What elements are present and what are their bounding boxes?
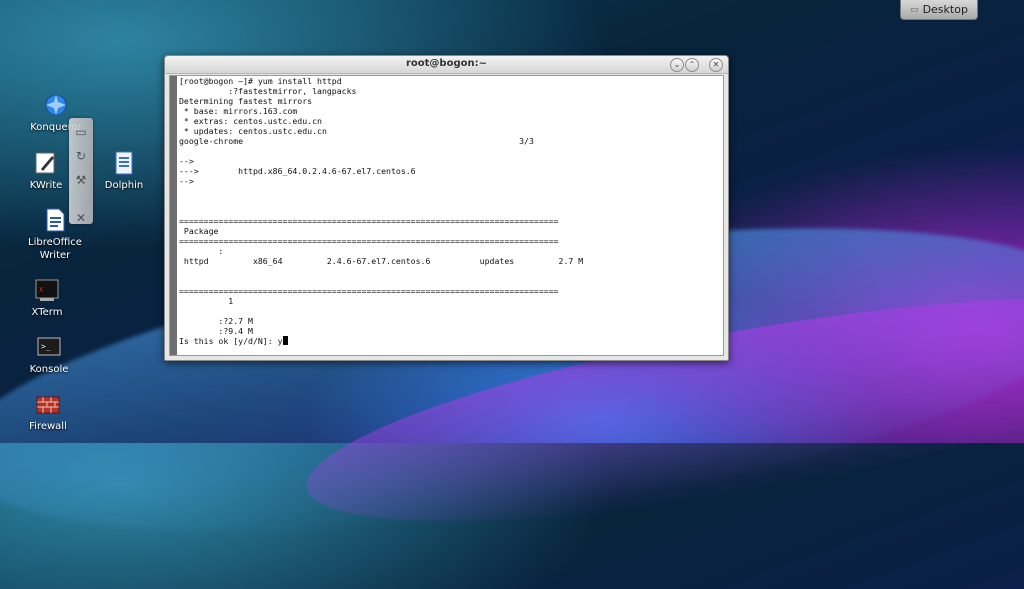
toolbox-rotate-icon[interactable]: ↻ <box>71 146 91 166</box>
firewall-icon <box>35 391 61 417</box>
xterm-icon: X <box>34 277 60 303</box>
svg-text:>_: >_ <box>41 342 51 351</box>
window-title: root@bogon:~ <box>405 58 487 69</box>
desktop-icon-label: Dolphin <box>104 180 144 191</box>
toolbox-settings-icon[interactable]: ▭ <box>71 122 91 142</box>
kwrite-pen-icon <box>33 150 59 176</box>
chevron-up-icon: ⌃ <box>688 60 696 69</box>
terminal-line: 1 <box>179 296 234 306</box>
desktop-icon-konsole[interactable]: >_ Konsole <box>16 334 82 376</box>
terminal-line: Determining fastest mirrors <box>179 96 313 106</box>
terminal-line: --> <box>179 176 194 186</box>
konqueror-globe-icon <box>43 92 69 118</box>
terminal-cursor <box>282 336 288 345</box>
desktop-icon-label: LibreOffice Writer <box>28 237 82 261</box>
desktop-icon-label: Konsole <box>29 364 69 375</box>
terminal-line: ========================================… <box>179 216 559 226</box>
terminal-window[interactable]: root@bogon:~ ⌄ ⌃ ✕ [root@bogon ~]# yum i… <box>164 55 729 361</box>
terminal-line: ========================================… <box>179 286 559 296</box>
terminal-scrollbar[interactable] <box>170 76 177 355</box>
toolbox-close-icon[interactable]: ✕ <box>71 208 91 228</box>
terminal-line: * base: mirrors.163.com <box>179 106 298 116</box>
terminal-line: : <box>179 246 224 256</box>
terminal-line: [root@bogon ~]# yum install httpd <box>179 76 342 86</box>
desktop-icon-dolphin[interactable]: Dolphin <box>91 150 157 192</box>
minimize-button[interactable]: ⌄ <box>670 58 684 72</box>
terminal-line: * extras: centos.ustc.edu.cn <box>179 116 322 126</box>
terminal-line: google-chrome 3/3 <box>179 136 534 146</box>
terminal-line: --> <box>179 156 194 166</box>
terminal-line: ---> httpd.x86_64.0.2.4.6-67.el7.centos.… <box>179 166 416 176</box>
close-button[interactable]: ✕ <box>709 58 723 72</box>
terminal-line: httpd x86_64 2.4.6-67.el7.centos.6 updat… <box>179 256 584 266</box>
desktop-pager-label: Desktop <box>922 3 968 16</box>
konsole-icon: >_ <box>36 334 62 360</box>
terminal-output: [root@bogon ~]# yum install httpd :?fast… <box>179 76 721 355</box>
dolphin-file-manager-icon <box>111 150 137 176</box>
toolbox-wrench-icon[interactable]: ⚒ <box>71 170 91 190</box>
maximize-button[interactable]: ⌃ <box>685 58 699 72</box>
window-titlebar[interactable]: root@bogon:~ ⌄ ⌃ ✕ <box>165 56 728 74</box>
terminal-line: :?2.7 M <box>179 316 253 326</box>
terminal-line: ========================================… <box>179 236 559 246</box>
close-icon: ✕ <box>712 60 720 69</box>
desktop-pager-button[interactable]: ▭ Desktop <box>900 0 978 20</box>
desktop-toolbox: ▭ ↻ ⚒ ✕ <box>69 118 93 225</box>
terminal-line: Is this ok [y/d/N]: y <box>179 336 283 346</box>
desktop-icon-label: XTerm <box>31 307 63 318</box>
desktop-icon-label: Firewall <box>29 421 67 432</box>
desktop-icon-firewall[interactable]: Firewall <box>15 391 81 433</box>
terminal-line: Package <box>179 226 219 236</box>
desktop-pager-icon: ▭ <box>910 4 919 15</box>
terminal-line: * updates: centos.ustc.edu.cn <box>179 126 327 136</box>
terminal-line: :?fastestmirror, langpacks <box>179 86 357 96</box>
libreoffice-writer-icon <box>42 207 68 233</box>
desktop-icon-xterm[interactable]: X XTerm <box>14 277 80 319</box>
terminal-line: :?9.4 M <box>179 326 253 336</box>
chevron-down-icon: ⌄ <box>673 60 681 69</box>
terminal-area[interactable]: [root@bogon ~]# yum install httpd :?fast… <box>169 75 724 356</box>
